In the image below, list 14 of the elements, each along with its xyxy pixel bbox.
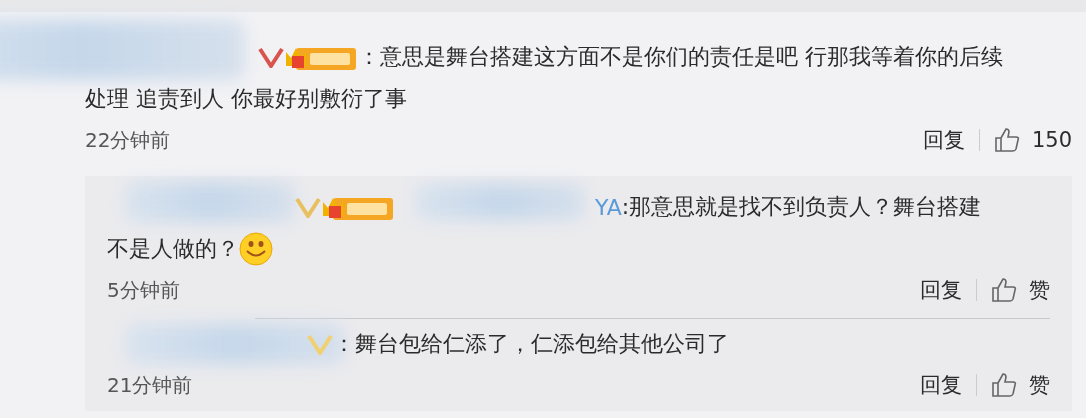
- like-button[interactable]: 150: [993, 127, 1072, 153]
- reply-text: 不是人做的？: [107, 235, 239, 263]
- reply-button[interactable]: 回复: [920, 371, 962, 399]
- timestamp: 22分钟前: [85, 126, 171, 154]
- reply-text: ：舞台包给仁添了，仁添包给其他公司了: [333, 330, 729, 358]
- like-button[interactable]: 赞: [991, 276, 1050, 304]
- like-button[interactable]: 赞: [991, 371, 1050, 399]
- timestamp: 21分钟前: [107, 371, 193, 399]
- reply-button[interactable]: 回复: [920, 276, 962, 304]
- reply-text: :那意思就是找不到负责人？舞台搭建: [621, 193, 982, 221]
- comment-text: 处理 追责到人 你最好别敷衍了事: [85, 85, 407, 113]
- reply-button[interactable]: 回复: [922, 126, 965, 154]
- comment-text: ：意思是舞台搭建这方面不是你们的责任是吧 行那我等着你的后续: [358, 43, 1003, 71]
- timestamp: 5分钟前: [107, 276, 180, 304]
